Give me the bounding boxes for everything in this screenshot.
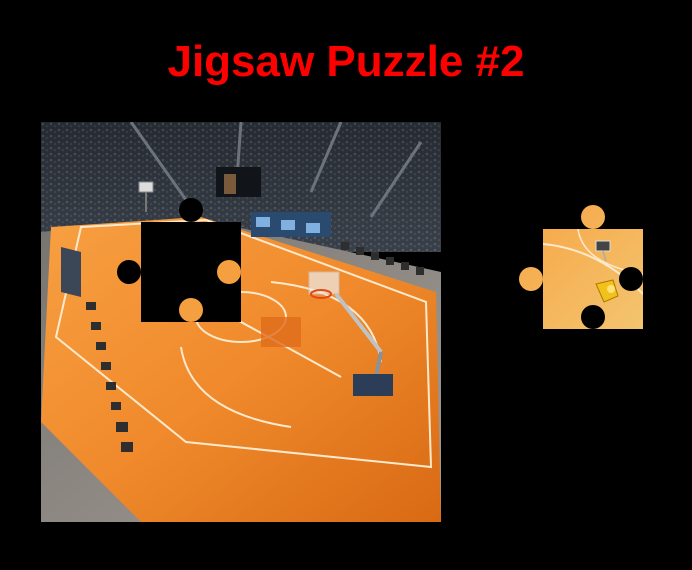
puzzle-piece[interactable] [518,204,644,330]
basketball-court-image [41,122,441,522]
page-title: Jigsaw Puzzle #2 [167,37,525,86]
game-stage: Jigsaw Puzzle #2 [0,0,692,570]
puzzle-piece-image [519,205,643,329]
puzzle-board[interactable] [41,122,441,522]
